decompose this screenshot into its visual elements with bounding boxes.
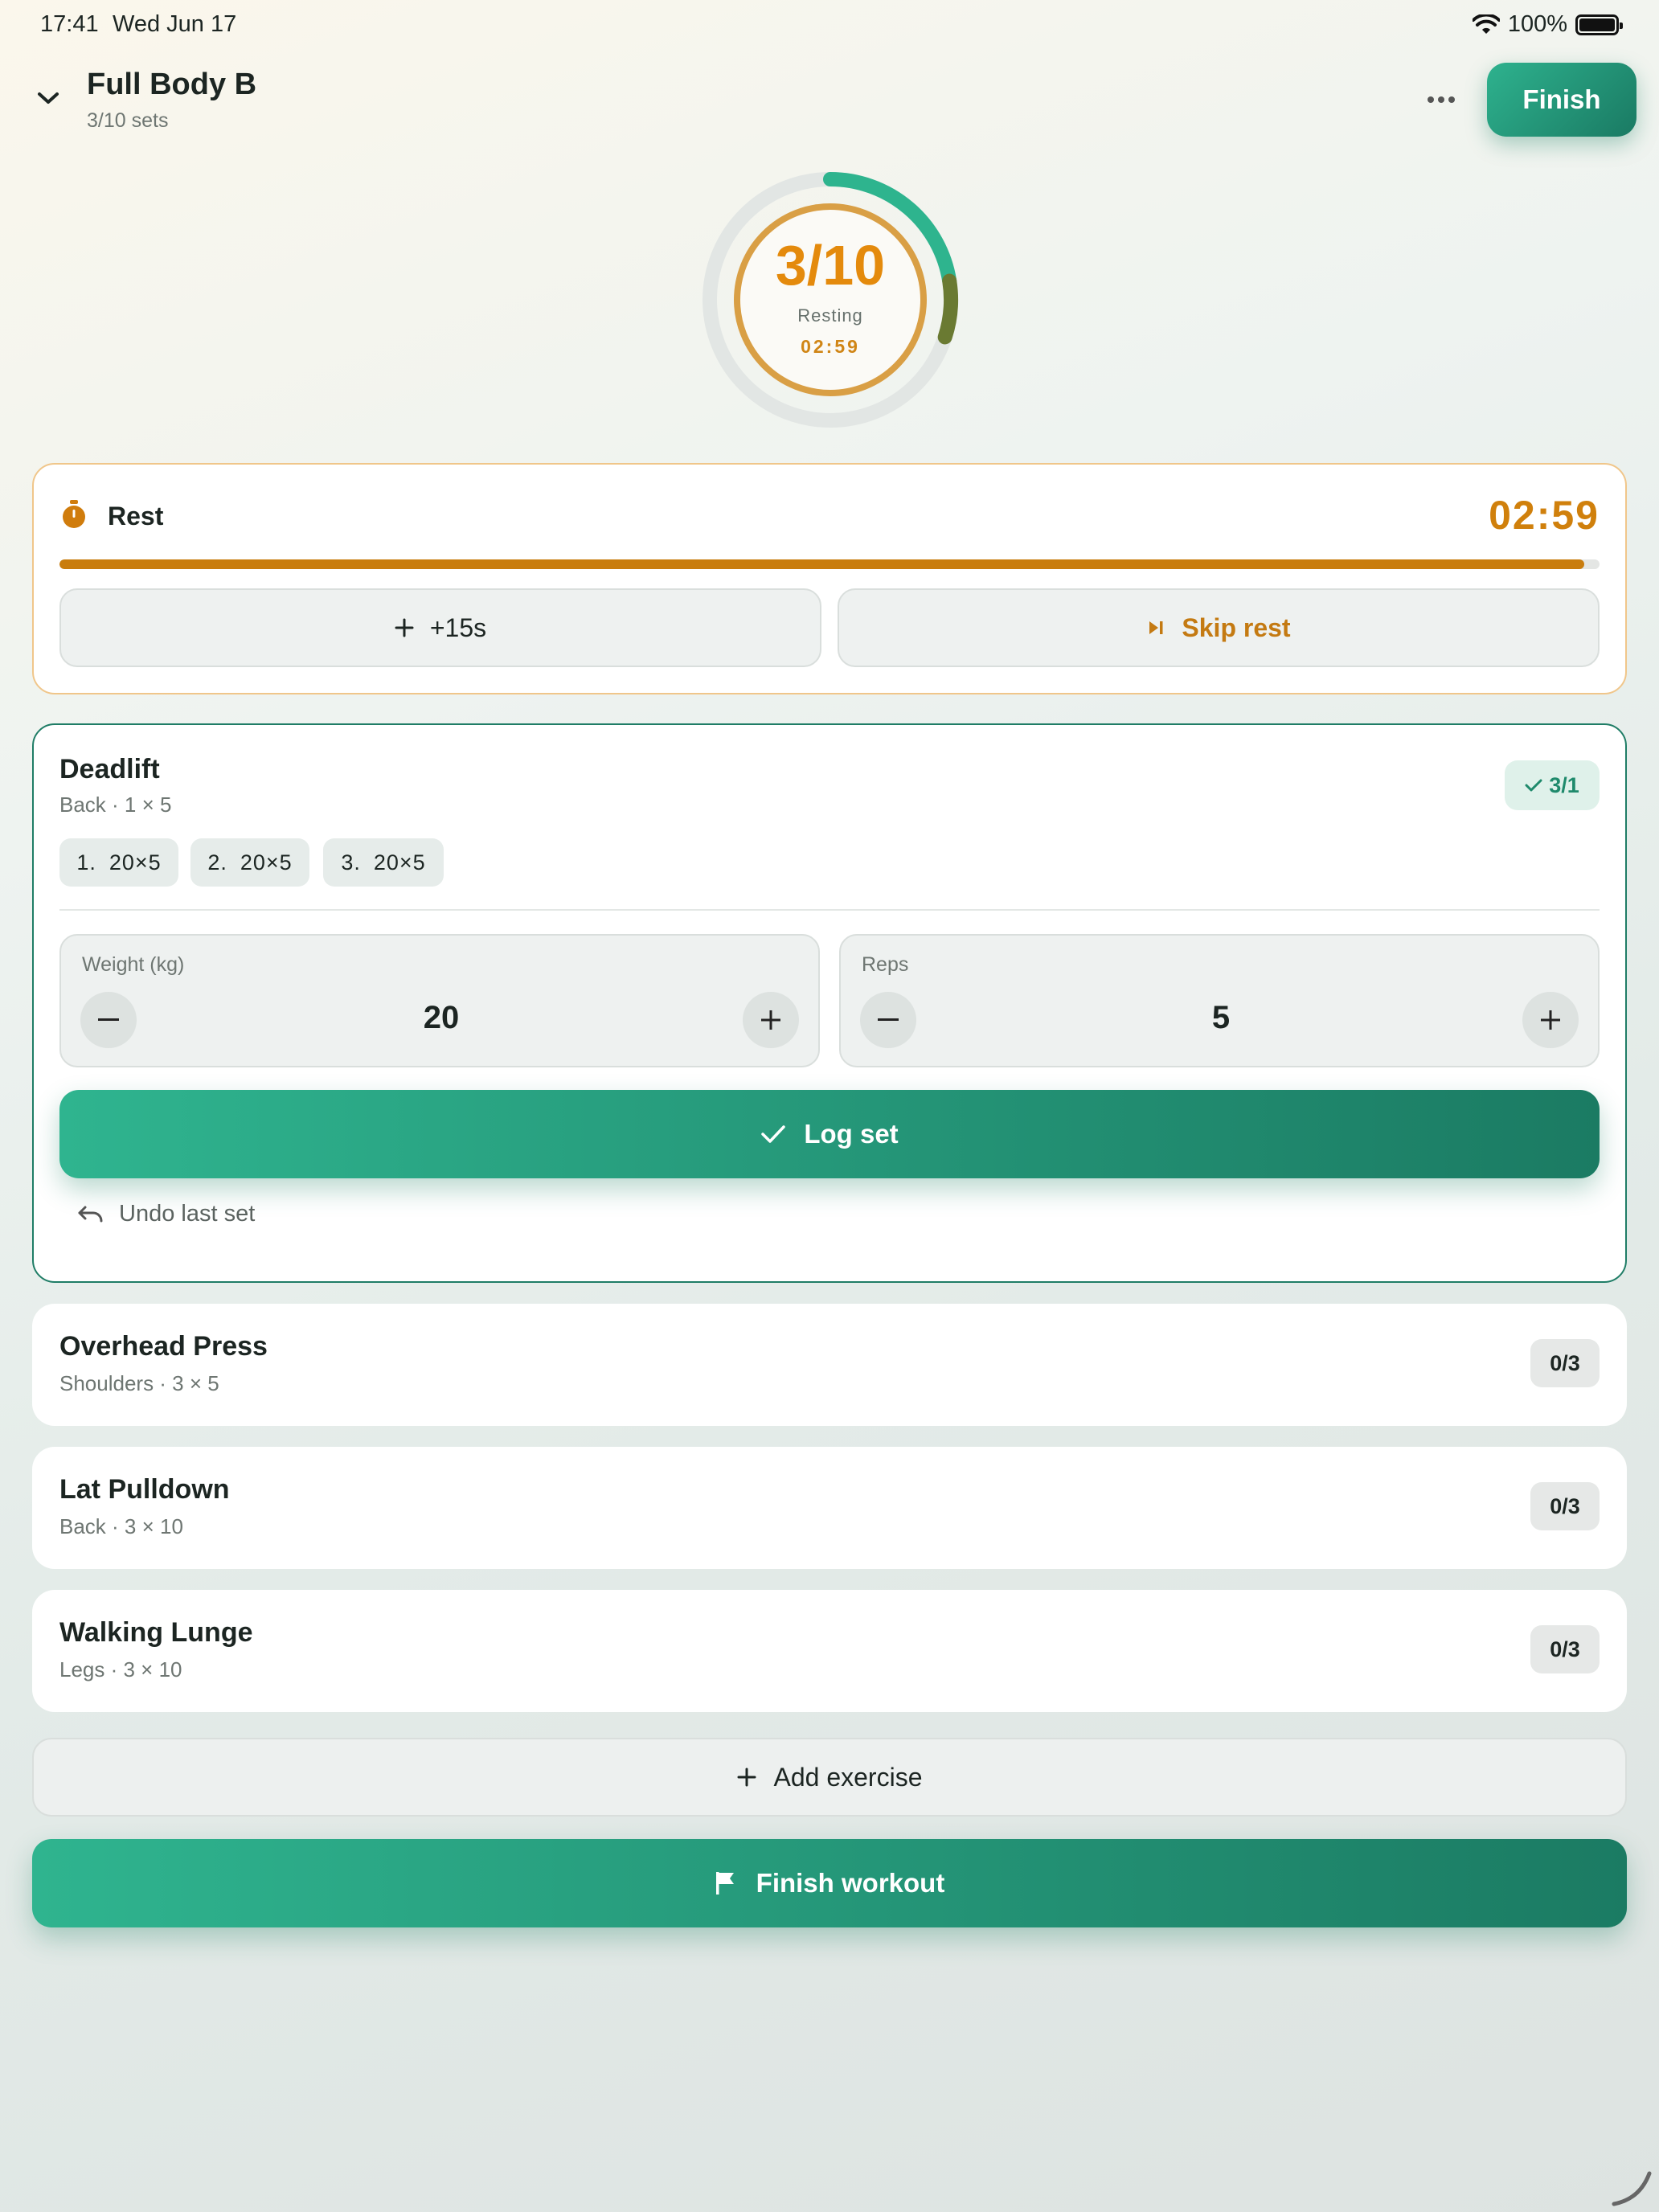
resize-handle-icon — [1612, 2171, 1652, 2206]
plus-icon — [1541, 1010, 1560, 1030]
plus-icon — [395, 618, 414, 637]
rest-timer: 02:59 — [1489, 493, 1600, 538]
logged-set-number: 3. — [341, 850, 361, 875]
reps-value[interactable]: 5 — [961, 1000, 1481, 1036]
skip-rest-label: Skip rest — [1182, 612, 1291, 642]
divider — [59, 909, 1600, 911]
exercise-row[interactable]: Walking Lunge Legs · 3 × 10 0/3 — [32, 1590, 1627, 1712]
skip-rest-button[interactable]: Skip rest — [838, 588, 1600, 667]
ring-status: Resting — [797, 305, 863, 326]
exercise-row-meta: Shoulders · 3 × 5 — [59, 1371, 219, 1395]
rest-progress-bar — [59, 559, 1600, 569]
log-set-label: Log set — [804, 1119, 899, 1149]
rest-label: Rest — [108, 502, 164, 530]
status-time: 17:41 — [40, 11, 99, 37]
battery-percent: 100% — [1507, 11, 1567, 37]
flag-icon — [715, 1872, 734, 1895]
logged-set-number: 1. — [76, 850, 96, 875]
reps-increment-button[interactable] — [1522, 992, 1579, 1048]
workout-subtitle: 3/10 sets — [87, 109, 169, 132]
finish-button[interactable]: Finish — [1487, 63, 1636, 137]
weight-value[interactable]: 20 — [182, 1000, 701, 1036]
check-icon — [1525, 779, 1542, 792]
add-15s-button[interactable]: +15s — [59, 588, 821, 667]
undo-icon — [78, 1206, 103, 1222]
exercise-row-name: Lat Pulldown — [59, 1474, 230, 1505]
rest-progress-fill — [59, 559, 1584, 569]
exercise-row-badge: 0/3 — [1530, 1339, 1600, 1387]
reps-decrement-button[interactable] — [860, 992, 916, 1048]
wifi-icon — [1472, 14, 1500, 34]
add-exercise-label: Add exercise — [773, 1762, 923, 1792]
exercise-row-meta: Legs · 3 × 10 — [59, 1657, 182, 1682]
ring-timer: 02:59 — [801, 336, 860, 357]
weight-increment-button[interactable] — [743, 992, 799, 1048]
logged-set-number: 2. — [207, 850, 227, 875]
logged-set-chip[interactable]: 3. 20×5 — [323, 838, 444, 887]
plus-icon — [737, 1768, 756, 1787]
exercise-row[interactable]: Lat Pulldown Back · 3 × 10 0/3 — [32, 1447, 1627, 1569]
add-15s-label: +15s — [429, 612, 487, 642]
log-set-button[interactable]: Log set — [59, 1090, 1600, 1178]
logged-set-chip[interactable]: 1. 20×5 — [59, 838, 178, 887]
exercise-meta: Back · 1 × 5 — [59, 793, 172, 817]
status-date: Wed Jun 17 — [113, 11, 237, 37]
battery-icon — [1575, 14, 1623, 35]
reps-label: Reps — [862, 953, 909, 976]
stopwatch-icon — [63, 500, 85, 528]
weight-label: Weight (kg) — [82, 953, 185, 976]
more-button[interactable] — [1419, 80, 1464, 119]
reps-stepper: Reps 5 — [839, 934, 1600, 1067]
logged-set-value: 20×5 — [373, 850, 426, 875]
logged-set-chip[interactable]: 2. 20×5 — [190, 838, 309, 887]
weight-decrement-button[interactable] — [80, 992, 137, 1048]
finish-workout-button[interactable]: Finish workout — [32, 1839, 1627, 1927]
exercise-row-badge: 0/3 — [1530, 1625, 1600, 1673]
logged-set-value: 20×5 — [109, 850, 162, 875]
add-exercise-button[interactable]: Add exercise — [32, 1738, 1627, 1817]
ring-set-count: 3/10 — [775, 234, 886, 297]
finish-workout-label: Finish workout — [756, 1868, 945, 1898]
exercise-set-badge: 3/1 — [1505, 760, 1600, 810]
exercise-row-name: Walking Lunge — [59, 1617, 253, 1648]
exercise-name: Deadlift — [59, 754, 160, 784]
undo-last-set-button[interactable]: Undo last set — [77, 1201, 255, 1227]
exercise-row-badge: 0/3 — [1530, 1482, 1600, 1530]
exercise-badge-text: 3/1 — [1549, 772, 1579, 797]
check-icon — [761, 1125, 786, 1143]
plus-icon — [761, 1010, 780, 1030]
status-indicators: 100% — [1472, 11, 1623, 38]
workout-title: Full Body B — [87, 68, 257, 101]
logged-set-value: 20×5 — [240, 850, 293, 875]
exercise-row[interactable]: Overhead Press Shoulders · 3 × 5 0/3 — [32, 1304, 1627, 1426]
exercise-row-name: Overhead Press — [59, 1331, 268, 1362]
chevron-down-icon — [38, 92, 59, 104]
minus-icon — [98, 1018, 119, 1021]
progress-ring — [703, 172, 959, 428]
minus-icon — [878, 1018, 899, 1021]
undo-label: Undo last set — [119, 1201, 256, 1227]
weight-stepper: Weight (kg) 20 — [59, 934, 820, 1067]
collapse-button[interactable] — [32, 80, 64, 116]
skip-icon — [1149, 621, 1163, 634]
more-icon — [1428, 96, 1455, 103]
exercise-row-meta: Back · 3 × 10 — [59, 1514, 183, 1538]
